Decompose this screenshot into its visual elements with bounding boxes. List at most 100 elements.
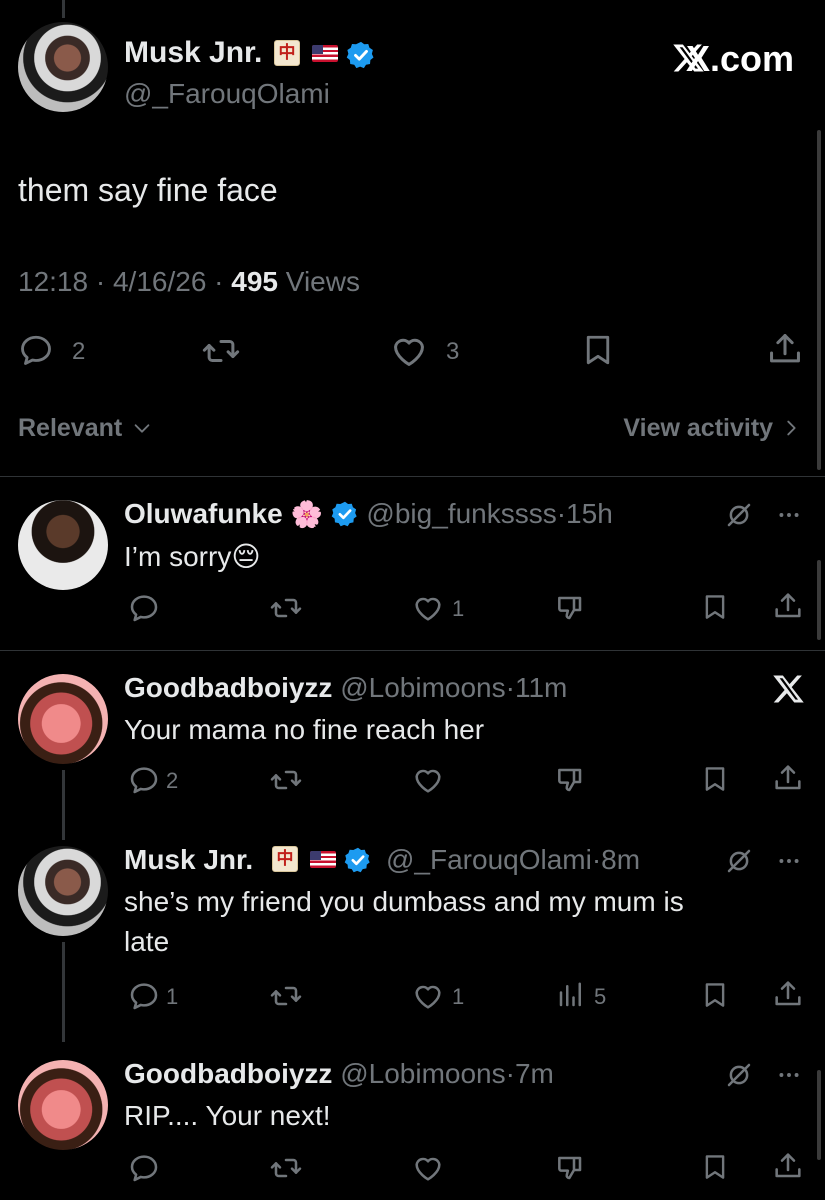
view-activity-link[interactable]: View activity xyxy=(580,414,802,443)
us-flag-icon xyxy=(312,45,338,62)
bookmark-icon[interactable] xyxy=(700,980,730,1010)
like-icon[interactable] xyxy=(412,764,444,796)
bookmark-icon[interactable] xyxy=(580,332,616,368)
reply-action-bar: 1 1 5 xyxy=(0,978,825,1014)
grok-icon[interactable] xyxy=(724,1060,754,1090)
avatar[interactable] xyxy=(18,500,108,590)
like-icon[interactable] xyxy=(390,332,428,370)
us-flag-icon xyxy=(310,851,336,868)
scrollbar[interactable] xyxy=(817,560,821,640)
meta-separator: · xyxy=(591,844,602,875)
avatar[interactable] xyxy=(18,846,108,936)
reply-author-name[interactable]: Goodbadboiyzz xyxy=(124,1058,332,1089)
like-count: 1 xyxy=(452,596,465,621)
reply-count: 2 xyxy=(166,768,179,793)
repost-icon[interactable] xyxy=(270,980,302,1012)
reply-icon[interactable] xyxy=(128,764,160,796)
share-icon[interactable] xyxy=(766,330,804,368)
author-name[interactable]: Musk Jnr. xyxy=(124,36,262,70)
reply-action-bar: 2 xyxy=(0,762,825,798)
reply-time[interactable]: 15h xyxy=(566,498,613,529)
like-icon[interactable] xyxy=(412,1152,444,1184)
reply-text-line-1: she’s my friend you dumbass and my mum i… xyxy=(124,886,684,917)
reply-meta: @_FarouqOlami·8m xyxy=(386,844,640,876)
dislike-icon[interactable] xyxy=(554,1152,586,1184)
reply-time[interactable]: 7m xyxy=(515,1058,554,1089)
reply-handle[interactable]: @Lobimoons xyxy=(340,672,505,703)
avatar[interactable] xyxy=(18,1060,108,1150)
dislike-icon[interactable] xyxy=(554,764,586,796)
reply-action-bar xyxy=(0,1150,825,1186)
like-count: 3 xyxy=(446,338,460,365)
meta-separator: · xyxy=(556,498,567,529)
bookmark-icon[interactable] xyxy=(700,764,730,794)
sort-dropdown[interactable]: Relevant xyxy=(18,414,153,443)
dislike-icon[interactable] xyxy=(554,592,586,624)
share-icon[interactable] xyxy=(772,590,804,622)
bookmark-icon[interactable] xyxy=(700,1152,730,1182)
post-meta: 12:18 · 4/16/26 · 495 Views xyxy=(18,266,360,298)
reply-icon[interactable] xyxy=(18,332,54,368)
views-icon[interactable] xyxy=(556,980,586,1010)
like-icon[interactable] xyxy=(412,980,444,1012)
scrollbar[interactable] xyxy=(817,1070,821,1160)
more-options-icon[interactable] xyxy=(776,848,802,874)
repost-icon[interactable] xyxy=(202,332,240,370)
share-icon[interactable] xyxy=(772,762,804,794)
reply-icon[interactable] xyxy=(128,592,160,624)
reply-header: Goodbadboiyzz @Lobimoons·11m xyxy=(124,672,684,708)
reply-count: 1 xyxy=(166,984,179,1009)
chevron-right-icon xyxy=(780,417,802,439)
like-count: 1 xyxy=(452,984,465,1009)
sort-label: Relevant xyxy=(18,414,123,442)
bookmark-icon[interactable] xyxy=(700,592,730,622)
reply-action-bar: 1 xyxy=(0,590,825,626)
repost-icon[interactable] xyxy=(270,764,302,796)
post-time[interactable]: 12:18 xyxy=(18,266,88,297)
view-activity-label: View activity xyxy=(623,414,774,442)
repost-icon[interactable] xyxy=(270,592,302,624)
reply-handle[interactable]: @big_funkssss xyxy=(366,498,556,529)
share-icon[interactable] xyxy=(772,978,804,1010)
repost-icon[interactable] xyxy=(270,1152,302,1184)
reply-count: 2 xyxy=(72,338,86,365)
main-action-bar: 2 3 xyxy=(0,330,825,370)
avatar[interactable] xyxy=(18,674,108,764)
reply-header: Oluwafunke 🌸 @big_funkssss·15h xyxy=(124,498,684,534)
scrollbar[interactable] xyxy=(817,130,821,470)
like-icon[interactable] xyxy=(412,592,444,624)
reply-author-name[interactable]: Goodbadboiyzz xyxy=(124,672,332,703)
grok-icon[interactable] xyxy=(724,500,754,530)
avatar[interactable] xyxy=(18,22,108,112)
author-handle[interactable]: @_FarouqOlami xyxy=(124,78,330,110)
reply-time[interactable]: 11m xyxy=(515,672,567,703)
meta-separator: · xyxy=(95,266,106,297)
meta-separator: · xyxy=(214,266,224,297)
reply-handle[interactable]: @_FarouqOlami xyxy=(386,844,592,875)
reply-text: Your mama no fine reach her xyxy=(124,714,485,745)
reply-author-name[interactable]: Musk Jnr. xyxy=(124,844,253,875)
x-logo-icon[interactable] xyxy=(772,672,806,706)
thread-line-top xyxy=(62,0,65,18)
chevron-down-icon xyxy=(131,417,153,439)
view-count: 5 xyxy=(594,984,607,1009)
grok-icon[interactable] xyxy=(724,846,754,876)
reply-text-line-2: late xyxy=(124,926,170,957)
verified-badge-icon[interactable] xyxy=(331,500,359,528)
reply-icon[interactable] xyxy=(128,1152,160,1184)
reply-header: Goodbadboiyzz @Lobimoons·7m xyxy=(124,1058,684,1094)
views-label: Views xyxy=(285,266,360,297)
flower-emoji-icon: 🌸 xyxy=(290,500,323,530)
verified-badge-icon[interactable] xyxy=(346,40,376,70)
share-icon[interactable] xyxy=(772,1150,804,1182)
post-date[interactable]: 4/16/26 xyxy=(113,266,206,297)
meta-separator: · xyxy=(505,672,515,703)
more-options-icon[interactable] xyxy=(776,502,802,528)
verified-badge-icon[interactable] xyxy=(344,846,372,874)
more-options-icon[interactable] xyxy=(776,1062,802,1088)
divider xyxy=(0,476,825,477)
reply-handle[interactable]: @Lobimoons xyxy=(340,1058,505,1089)
reply-author-name[interactable]: Oluwafunke xyxy=(124,498,283,529)
reply-icon[interactable] xyxy=(128,980,160,1012)
reply-time[interactable]: 8m xyxy=(601,844,640,875)
